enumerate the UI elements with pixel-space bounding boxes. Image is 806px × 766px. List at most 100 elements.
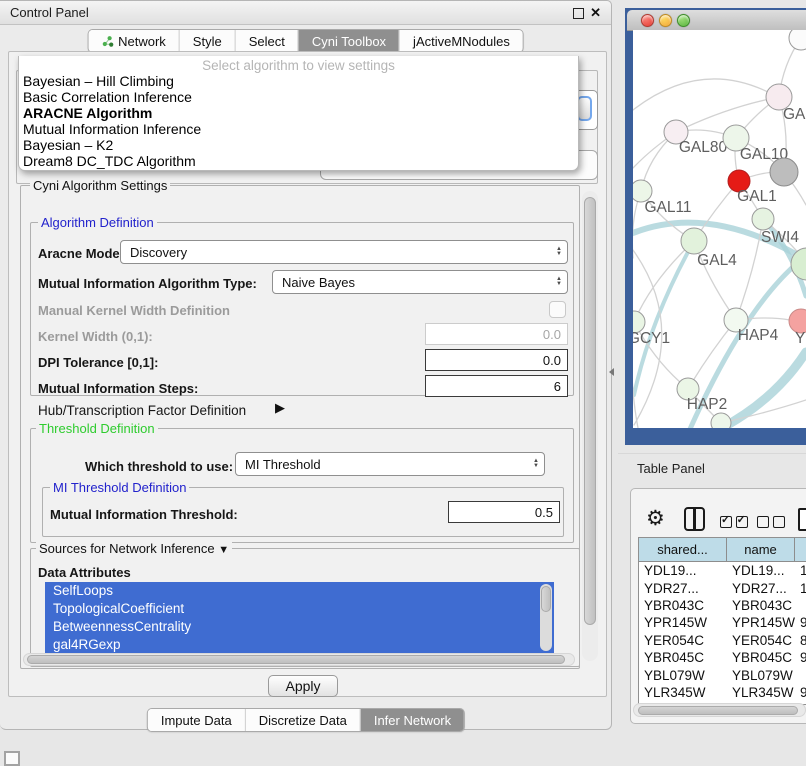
cell: 9. bbox=[795, 615, 806, 630]
cell: YDL19... bbox=[727, 563, 795, 578]
network-edge[interactable] bbox=[676, 97, 779, 132]
scrollbar-thumb[interactable] bbox=[541, 586, 551, 612]
tab-jactivemnodules[interactable]: jActiveMNodules bbox=[399, 30, 523, 52]
cell: YLR345W bbox=[639, 685, 727, 700]
bottom-tab-infer-network[interactable]: Infer Network bbox=[360, 709, 464, 731]
network-edge[interactable] bbox=[634, 241, 694, 322]
settings-group-title: Cyni Algorithm Settings bbox=[30, 178, 170, 193]
apply-button[interactable]: Apply bbox=[268, 675, 338, 697]
tab-label: jActiveMNodules bbox=[413, 34, 510, 49]
aracne-mode-select[interactable]: Discovery ▲▼ bbox=[120, 240, 568, 264]
network-node-label: GCY1 bbox=[633, 330, 670, 347]
tab-select[interactable]: Select bbox=[235, 30, 298, 52]
attribute-item[interactable]: SelfLoops bbox=[45, 582, 554, 600]
mini-float-icon[interactable] bbox=[4, 751, 20, 766]
which-threshold-select[interactable]: MI Threshold ▲▼ bbox=[235, 452, 545, 476]
table-row[interactable]: YPR145WYPR145W9. bbox=[639, 614, 806, 631]
collapse-arrow-icon[interactable]: ▼ bbox=[218, 544, 229, 556]
table-row[interactable]: YER054CYER054C8. bbox=[639, 632, 806, 649]
algorithm-option[interactable]: Mutual Information Inference bbox=[19, 121, 578, 137]
spinner-icon[interactable] bbox=[577, 96, 592, 121]
cell: YPR145W bbox=[727, 615, 795, 630]
attribute-item[interactable]: gal4RGexp bbox=[45, 636, 554, 653]
algorithm-option[interactable]: Bayesian – K2 bbox=[19, 137, 578, 153]
close-icon[interactable]: ✕ bbox=[590, 6, 601, 19]
network-node-top-cut[interactable] bbox=[789, 30, 806, 50]
cell: YER054C bbox=[727, 633, 795, 648]
settings-vertical-scrollbar[interactable] bbox=[582, 191, 598, 661]
tab-network[interactable]: Network bbox=[88, 30, 179, 52]
manual-kernel-checkbox[interactable] bbox=[549, 301, 566, 318]
scrollbar-thumb[interactable] bbox=[638, 706, 798, 715]
attribute-list-scrollbar[interactable] bbox=[540, 584, 552, 651]
mi-threshold-field[interactable]: 0.5 bbox=[448, 501, 560, 523]
cell: YBR045C bbox=[639, 650, 727, 665]
deselect-all-checkboxes-icon[interactable] bbox=[757, 513, 785, 528]
column-layout-icon[interactable] bbox=[684, 507, 705, 531]
scrollbar-thumb[interactable] bbox=[584, 197, 596, 625]
settings-horizontal-scrollbar[interactable] bbox=[23, 653, 575, 666]
divider-collapse-icon[interactable] bbox=[609, 368, 614, 376]
select-all-checkboxes-icon[interactable] bbox=[720, 513, 748, 528]
network-canvas[interactable]: GALGAL80GAL10GAL1GAL11SWI4GAL4HAP4YGCY1H… bbox=[633, 30, 806, 428]
attribute-item[interactable]: BetweennessCentrality bbox=[45, 618, 554, 636]
network-node-swi4[interactable] bbox=[752, 208, 774, 230]
network-node-label: HAP2 bbox=[687, 396, 728, 413]
column-header-shared[interactable]: shared... bbox=[639, 538, 727, 562]
tab-label: Network bbox=[118, 34, 166, 49]
algorithm-option[interactable]: Bayesian – Hill Climbing bbox=[19, 73, 578, 89]
tab-style[interactable]: Style bbox=[179, 30, 235, 52]
manual-kernel-label: Manual Kernel Width Definition bbox=[38, 303, 230, 318]
tab-cyni-toolbox[interactable]: Cyni Toolbox bbox=[298, 30, 399, 52]
column-header-name[interactable]: name bbox=[727, 538, 795, 562]
new-table-icon[interactable] bbox=[798, 508, 806, 531]
table-row[interactable]: YDR27...YDR27...12 bbox=[639, 579, 806, 596]
dpi-tolerance-field[interactable]: 0.0 bbox=[425, 349, 568, 371]
dpi-tolerance-label: DPI Tolerance [0,1]: bbox=[38, 355, 158, 370]
algorithm-option[interactable]: Basic Correlation Inference bbox=[19, 89, 578, 105]
cell: YBL079W bbox=[727, 668, 795, 683]
network-window-titlebar[interactable] bbox=[627, 10, 806, 31]
table-row[interactable]: YBR043CYBR043C bbox=[639, 597, 806, 614]
table-row[interactable]: YDL19...YDL19...13 bbox=[639, 562, 806, 579]
network-node-label: GAL11 bbox=[644, 199, 691, 216]
minimize-traffic-light-icon[interactable] bbox=[659, 14, 672, 27]
aracne-mode-value: Discovery bbox=[130, 245, 187, 260]
spinner-icon: ▲▼ bbox=[556, 277, 562, 287]
mi-algorithm-type-select[interactable]: Naive Bayes ▲▼ bbox=[272, 270, 568, 294]
which-threshold-value: MI Threshold bbox=[245, 457, 321, 472]
network-node-gray-node[interactable] bbox=[770, 158, 798, 186]
algorithm-dropdown-popup: Select algorithm to view settings Bayesi… bbox=[18, 56, 579, 171]
network-edge[interactable] bbox=[720, 352, 806, 428]
bottom-tab-discretize-data[interactable]: Discretize Data bbox=[245, 709, 360, 731]
network-node-label: GAL bbox=[783, 106, 806, 123]
algorithm-option[interactable]: Dream8 DC_TDC Algorithm bbox=[19, 153, 578, 169]
tab-label: Cyni Toolbox bbox=[312, 34, 386, 49]
zoom-traffic-light-icon[interactable] bbox=[677, 14, 690, 27]
kernel-width-label: Kernel Width (0,1): bbox=[38, 329, 153, 344]
scrollbar-thumb[interactable] bbox=[27, 655, 565, 664]
table-horizontal-scrollbar[interactable] bbox=[633, 703, 806, 717]
float-window-icon[interactable] bbox=[573, 8, 584, 19]
gear-icon[interactable]: ⚙ bbox=[646, 506, 665, 531]
kernel-width-field[interactable]: 0.0 bbox=[425, 323, 568, 345]
algorithm-option[interactable]: ARACNE Algorithm bbox=[19, 105, 578, 121]
mi-steps-field[interactable]: 6 bbox=[425, 375, 568, 397]
network-node-gal4[interactable] bbox=[681, 228, 707, 254]
table-body: YDL19...YDL19...13YDR27...YDR27...12YBR0… bbox=[639, 562, 806, 705]
apply-button-label: Apply bbox=[285, 678, 320, 694]
attribute-item[interactable]: TopologicalCoefficient bbox=[45, 600, 554, 618]
table-row[interactable]: YLR345WYLR345W9. bbox=[639, 684, 806, 701]
table-row[interactable]: YBL079WYBL079W bbox=[639, 666, 806, 683]
which-threshold-label: Which threshold to use: bbox=[85, 459, 233, 474]
network-edge[interactable] bbox=[633, 79, 770, 110]
column-header-a[interactable]: A bbox=[795, 538, 806, 562]
mi-type-label: Mutual Information Algorithm Type: bbox=[38, 276, 257, 291]
kernel-width-value: 0.0 bbox=[543, 327, 561, 342]
close-traffic-light-icon[interactable] bbox=[641, 14, 654, 27]
table-row[interactable]: YBR045CYBR045C9. bbox=[639, 649, 806, 666]
bottom-tab-impute-data[interactable]: Impute Data bbox=[148, 709, 245, 731]
mi-threshold-label: Mutual Information Threshold: bbox=[50, 507, 238, 522]
network-node-bottom-cut[interactable] bbox=[711, 413, 731, 428]
expand-arrow-icon[interactable]: ▶ bbox=[275, 400, 285, 416]
